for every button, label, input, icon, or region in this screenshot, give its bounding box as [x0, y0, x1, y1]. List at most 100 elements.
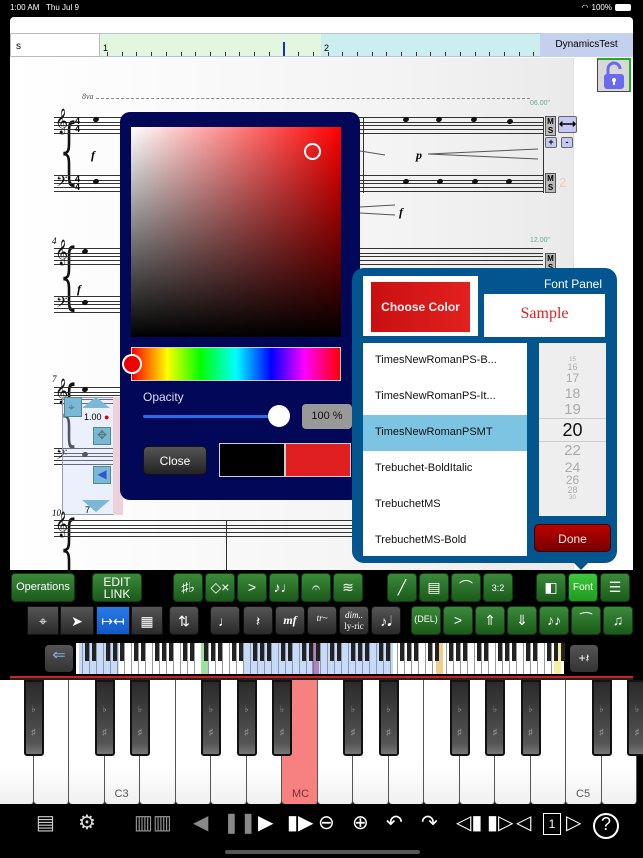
lyric-tool[interactable]: dim.. ly-ric — [339, 606, 369, 635]
insert-measure-after-icon[interactable]: ▮▷ — [487, 813, 513, 833]
hairpin-end[interactable] — [360, 150, 388, 158]
font-list-item[interactable]: Trebuchet-BoldItalic — [363, 451, 527, 487]
mute-solo-button[interactable]: MS — [545, 173, 556, 193]
notehead-button[interactable]: ◇× — [205, 573, 235, 602]
left-arrow-handle[interactable]: ◀ — [93, 466, 111, 484]
move-down-button[interactable]: ⇓ — [507, 606, 537, 635]
grace-note-button[interactable]: ♪♩ — [269, 573, 299, 602]
beam-button[interactable]: ▤ — [419, 573, 449, 602]
fermata-button[interactable]: 𝄐 — [301, 573, 331, 602]
move-handle[interactable]: ✥ — [93, 427, 111, 445]
diminuendo-hairpin[interactable] — [428, 148, 540, 160]
font-list-item-selected[interactable]: TimesNewRomanPSMT — [363, 415, 527, 451]
keyboard-overview[interactable] — [76, 643, 565, 674]
play-from-start-icon[interactable]: ▮▶ — [287, 813, 313, 833]
choose-color-button[interactable]: Choose Color — [371, 282, 470, 332]
hue-slider[interactable] — [131, 347, 341, 381]
slur-notes-button[interactable]: ♪♪ — [539, 606, 569, 635]
layout-tool[interactable]: ▦ — [131, 606, 163, 635]
previous-page-icon[interactable]: ◁ — [516, 813, 531, 833]
text-align-button[interactable]: ☰ — [600, 573, 630, 602]
score-name-field[interactable]: s — [10, 33, 100, 57]
play-icon[interactable]: ▶ — [258, 813, 273, 833]
rest-insert-button[interactable]: +𝄽 — [570, 645, 598, 672]
zoom-in-icon[interactable]: ⊕ — [352, 813, 369, 833]
size-option[interactable]: 30 — [539, 495, 606, 501]
font-list-item[interactable]: TrebuchetMS-Bold — [363, 523, 527, 556]
edit-link-button[interactable]: EDIT LINK — [92, 573, 142, 602]
size-option[interactable]: 22 — [539, 443, 606, 458]
crosshair-tool[interactable]: ⌖ — [27, 606, 59, 635]
black-key[interactable]: ♭ ♯ — [272, 680, 292, 756]
font-list-item[interactable]: TrebuchetMS — [363, 487, 527, 523]
speaker-icon[interactable]: ◀ — [193, 813, 208, 833]
dynamic-f[interactable]: f — [77, 282, 81, 297]
font-list-item[interactable]: TimesNewRomanPS-It... — [363, 379, 527, 415]
rest-tool[interactable]: 𝄽 — [243, 606, 273, 635]
accent-button[interactable]: > — [237, 573, 267, 602]
tuplet-button[interactable]: 3:2 — [483, 573, 513, 602]
black-key[interactable]: ♭ ♯ — [627, 680, 643, 756]
opacity-slider-knob[interactable] — [268, 405, 290, 427]
done-button[interactable]: Done — [534, 524, 611, 552]
font-size-picker[interactable]: 15 16 17 18 19 20 22 24 26 28 30 — [539, 343, 606, 516]
grace-tool[interactable]: ♪𝅘𝅥 — [371, 606, 401, 635]
help-icon[interactable]: ? — [593, 813, 619, 839]
line-button[interactable]: ╱ — [387, 573, 417, 602]
color-selector-knob[interactable] — [304, 143, 321, 160]
plus-button[interactable]: + — [545, 137, 557, 148]
black-key[interactable]: ♭ ♯ — [236, 680, 257, 756]
accidental-button[interactable]: ♯♭ — [173, 573, 203, 602]
minus-button[interactable]: - — [561, 137, 573, 148]
size-option[interactable]: 28 — [539, 486, 606, 495]
dynamic-f[interactable]: f — [91, 148, 95, 163]
treble-staff-4[interactable] — [54, 520, 354, 537]
font-button[interactable]: Font — [568, 573, 598, 602]
next-page-icon[interactable]: ▷ — [566, 813, 581, 833]
black-key[interactable]: ♭ ♯ — [520, 680, 541, 756]
mute-solo-button[interactable]: MS — [545, 116, 556, 136]
keyboard-scroll-left-button[interactable]: ⇐ — [45, 645, 73, 672]
beam-notes-button[interactable]: ♫ — [603, 606, 633, 635]
spacing-tool[interactable]: ↦↤ — [96, 606, 130, 635]
black-key[interactable]: ♭ ♯ — [449, 680, 470, 756]
black-key[interactable]: ♭ ♯ — [343, 680, 363, 756]
delete-button[interactable]: (DEL) — [411, 606, 441, 635]
piano-keyboard[interactable]: C3 MC C5 ♭ ♯ ♭ ♯ ♭ ♯ ♭ ♯ ♭ ♯ ♭ ♯ ♭ ♯ ♭ ♯ ♭ ♯ ♭ ♯ ♭ ♯ ♭ ♯ ♭ ♯ — [0, 676, 643, 804]
black-key[interactable]: ♭ ♯ — [94, 680, 115, 756]
accent-note-button[interactable]: > — [443, 606, 473, 635]
up-handle[interactable] — [82, 397, 110, 408]
crescendo-hairpin[interactable] — [360, 203, 400, 217]
font-list-item[interactable]: TimesNewRomanPS-B... — [363, 343, 527, 379]
size-option[interactable]: 24 — [539, 460, 606, 474]
zoom-out-icon[interactable]: ⊖ — [318, 813, 335, 833]
size-option[interactable]: 18 — [539, 386, 606, 400]
hue-slider-knob[interactable] — [122, 354, 142, 374]
tremolo-button[interactable]: ≋ — [333, 573, 363, 602]
dynamic-p[interactable]: p — [416, 148, 422, 163]
document-title[interactable]: DynamicsTest — [540, 33, 633, 57]
pause-icon[interactable]: ❚❚ — [223, 813, 257, 833]
shape-button[interactable]: ◧ — [536, 573, 566, 602]
opacity-slider[interactable] — [143, 415, 283, 418]
move-up-button[interactable]: ⇑ — [475, 606, 505, 635]
black-key[interactable]: ♭ ♯ — [201, 680, 221, 756]
lock-button[interactable] — [597, 58, 631, 92]
font-list[interactable]: TimesNewRomanPS-B... TimesNewRomanPS-It.… — [363, 343, 527, 556]
insert-measure-before-icon[interactable]: ◁▮ — [456, 813, 482, 833]
black-key[interactable]: ♭ ♯ — [23, 680, 44, 756]
select-tool[interactable]: ➤ — [60, 606, 94, 635]
redo-icon[interactable]: ↷ — [421, 813, 438, 833]
black-key[interactable]: ♭ ♯ — [130, 680, 150, 756]
note-tool[interactable]: ♩ — [210, 606, 240, 635]
piano-icon[interactable]: ▥▥ — [134, 813, 172, 833]
size-option-selected[interactable]: 20 — [539, 418, 606, 442]
black-key[interactable]: ♭ ♯ — [591, 680, 612, 756]
undo-icon[interactable]: ↶ — [386, 813, 403, 833]
dynamics-tool[interactable]: mf — [275, 606, 305, 635]
settings-gear-icon[interactable]: ⚙ — [78, 813, 96, 833]
close-button[interactable]: Close — [143, 446, 207, 475]
ornament-tool[interactable]: tr~ — [307, 606, 337, 635]
dynamic-f[interactable]: f — [399, 205, 403, 220]
size-option[interactable]: 19 — [539, 402, 606, 417]
